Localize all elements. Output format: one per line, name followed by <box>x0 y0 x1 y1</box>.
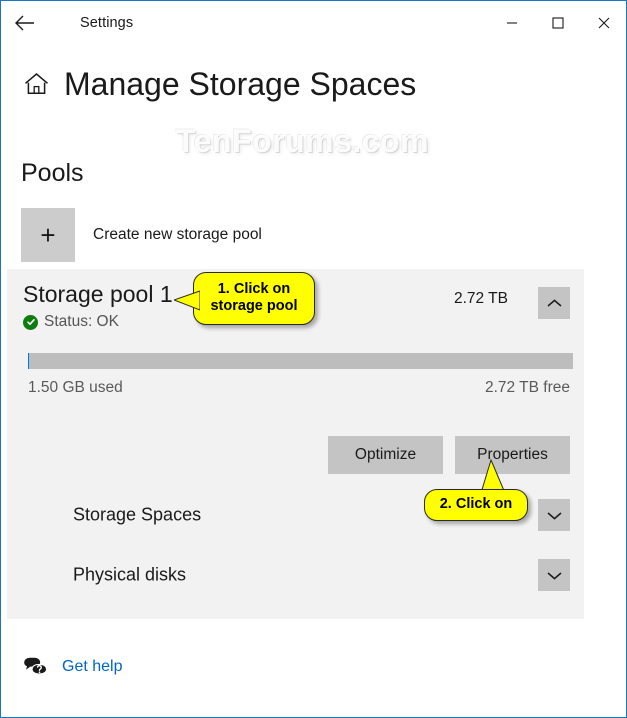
storage-pool-name: Storage pool 1 <box>23 281 173 307</box>
expander-storage-spaces-label: Storage Spaces <box>73 504 202 525</box>
chevron-down-icon <box>547 511 561 520</box>
callout-1-line-2: storage pool <box>210 298 298 315</box>
expander-physical-disks[interactable]: Physical disks <box>7 547 584 603</box>
capacity-progress-bar <box>28 353 573 369</box>
expander-physical-disks-label: Physical disks <box>73 564 187 585</box>
watermark: TenForums.com <box>176 123 430 159</box>
chevron-down-icon <box>547 571 561 580</box>
status-text: Status: OK <box>44 313 119 331</box>
get-help-link[interactable]: Get help <box>23 656 122 678</box>
help-question-bubble-icon <box>24 657 48 678</box>
create-new-storage-pool-label: Create new storage pool <box>93 226 262 243</box>
close-button[interactable] <box>581 2 626 44</box>
plus-glyph: + <box>40 220 56 250</box>
callout-1-line-1: 1. Click on <box>217 281 291 297</box>
expand-physical-disks-button[interactable] <box>538 559 570 591</box>
page-title: Manage Storage Spaces <box>64 66 417 102</box>
callout-2-line-1: 2. Click on <box>439 496 513 512</box>
pools-section-title: Pools <box>21 159 84 187</box>
used-space-label: 1.50 GB used <box>28 379 123 396</box>
app-title: Settings <box>80 15 134 31</box>
optimize-button[interactable]: Optimize <box>328 436 443 474</box>
callout-1-tail <box>174 290 200 311</box>
storage-pool-capacity: 2.72 TB <box>453 290 508 307</box>
expand-storage-spaces-button[interactable] <box>538 499 570 531</box>
maximize-button[interactable] <box>535 2 581 44</box>
minimize-icon <box>507 22 517 24</box>
callout-click-on-properties: 2. Click on <box>424 489 528 522</box>
back-button[interactable] <box>2 2 48 44</box>
storage-pool-header: Storage pool 1 Status: OK <box>23 281 173 331</box>
create-new-storage-pool-button[interactable]: + Create new storage pool <box>21 208 262 262</box>
title-bar: Settings <box>2 2 626 44</box>
close-icon <box>598 17 610 29</box>
check-circle-icon <box>23 314 38 330</box>
settings-window: Settings Manage Storage Spaces TenForums… <box>0 0 627 718</box>
back-arrow-icon <box>15 15 34 31</box>
check-glyph <box>26 319 35 326</box>
home-icon <box>25 73 48 95</box>
properties-button[interactable]: Properties <box>455 436 570 474</box>
callout-click-on-storage-pool: 1. Click on storage pool <box>193 272 315 326</box>
window-controls <box>489 2 626 44</box>
get-help-label: Get help <box>62 658 123 675</box>
storage-pool-status: Status: OK <box>23 313 173 331</box>
chevron-up-icon <box>547 298 561 307</box>
maximize-icon <box>552 17 564 29</box>
page-header: Manage Storage Spaces <box>23 68 416 100</box>
plus-icon: + <box>21 208 75 262</box>
free-space-label: 2.72 TB free <box>484 379 570 396</box>
collapse-storage-pool-button[interactable] <box>538 287 570 319</box>
minimize-button[interactable] <box>489 2 535 44</box>
